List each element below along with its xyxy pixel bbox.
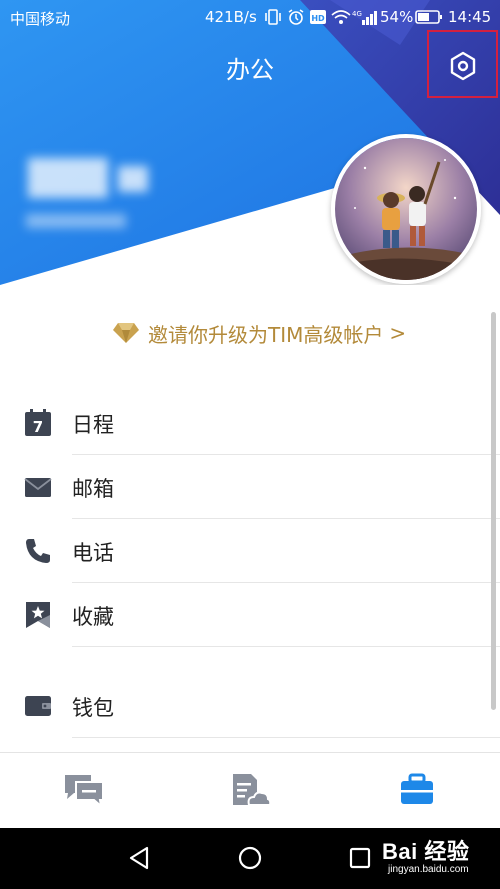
briefcase-icon <box>401 773 433 804</box>
mail-icon <box>24 478 52 497</box>
network-speed: 421B/s <box>205 8 257 26</box>
tab-messages[interactable] <box>0 753 166 829</box>
baidu-watermark: Bai 经验 jingyan.baidu.com <box>382 834 469 875</box>
menu-item-label: 钱包 <box>72 696 114 720</box>
menu-item-label: 电话 <box>72 541 114 565</box>
battery-icon <box>415 10 442 24</box>
settings-button[interactable] <box>427 30 498 98</box>
menu-item-label: 日程 <box>72 413 114 437</box>
vibrate-icon <box>265 9 281 25</box>
chat-bubbles-icon <box>65 775 104 807</box>
menu-item-phone[interactable]: 电话 <box>0 519 500 583</box>
menu-item-favorites[interactable]: 收藏 <box>0 583 500 647</box>
avatar-photo <box>335 138 477 280</box>
chevron-right-icon: > <box>389 321 407 345</box>
status-bar: 中国移动 421B/s HD 4G 54% 14:45 <box>0 0 500 34</box>
menu-item-schedule[interactable]: 7 日程 <box>0 391 500 455</box>
home-icon[interactable] <box>235 843 265 873</box>
svg-text:HD: HD <box>311 14 325 23</box>
watermark-sub: jingyan.baidu.com <box>388 864 469 875</box>
watermark-main: Bai 经验 <box>382 839 470 864</box>
wifi-icon <box>331 10 351 24</box>
avatar[interactable] <box>331 134 481 284</box>
clock: 14:45 <box>448 8 492 26</box>
header: 中国移动 421B/s HD 4G 54% 14:45 办公 <box>0 0 500 285</box>
menu-item-wallet[interactable]: 钱包 <box>0 674 500 738</box>
signal-4g-icon: 4G <box>352 10 377 25</box>
diamond-icon <box>113 323 139 343</box>
back-icon[interactable] <box>125 843 155 873</box>
tab-documents[interactable] <box>167 753 333 829</box>
carrier-label: 中国移动 <box>10 10 71 28</box>
gear-hexagon-icon <box>450 51 476 81</box>
bookmark-star-icon <box>26 602 50 628</box>
alarm-icon <box>288 9 304 25</box>
bottom-tab-bar <box>0 752 500 828</box>
battery-percent: 54% <box>380 8 414 26</box>
calendar-day-number: 7 <box>33 418 43 436</box>
menu-item-mail[interactable]: 邮箱 <box>0 455 500 519</box>
upgrade-account-link[interactable]: 邀请你升级为TIM高级帐户 > <box>112 318 406 348</box>
menu-item-label: 邮箱 <box>72 477 114 501</box>
phone-icon <box>26 539 50 563</box>
recents-icon[interactable] <box>345 843 375 873</box>
hd-icon: HD <box>310 10 326 24</box>
tab-office[interactable] <box>334 753 500 829</box>
scrollbar[interactable] <box>491 312 496 710</box>
upgrade-text: 邀请你升级为TIM高级帐户 <box>148 322 384 347</box>
divider <box>72 737 500 738</box>
divider <box>72 646 500 647</box>
wallet-icon <box>25 696 51 716</box>
calendar-icon: 7 <box>25 409 51 436</box>
doc-cloud-icon <box>233 774 271 806</box>
menu-item-label: 收藏 <box>72 605 114 629</box>
svg-text:4G: 4G <box>352 10 362 18</box>
page-title: 办公 <box>226 56 274 84</box>
